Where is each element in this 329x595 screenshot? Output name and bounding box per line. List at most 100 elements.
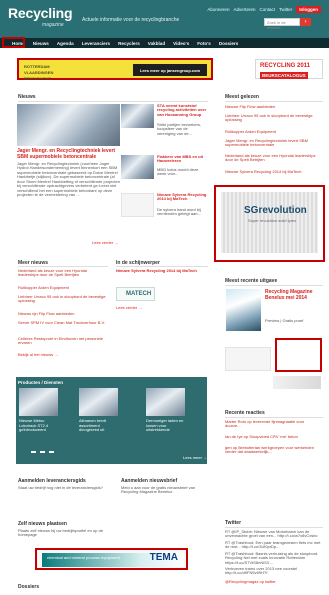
banner-cta[interactable]: Lees meer op jansengroup.com [133, 64, 207, 76]
news-thumb-2[interactable] [121, 155, 154, 179]
recente-reactie-2[interactable]: Ian de Iye op Sloopvloed CRV 'me' beton [225, 434, 320, 439]
zelf-nieuws-text: Plaats zelf nieuws bij uw bedrijfsprofie… [18, 528, 103, 538]
news-small-1-text: Strikt partijen bezoekers, koopsfeer van… [157, 122, 202, 136]
home-highlight [2, 37, 25, 48]
news-small-1-title[interactable]: STA neemt kunststof recycling activiteit… [157, 103, 207, 117]
schijnwerper-item-title[interactable]: Nieuwe Sylvera Recycling 2014 bij MaTech [116, 268, 206, 273]
product-image-3[interactable] [146, 388, 185, 416]
tema-banner-text: chemical and mineral process equipment [47, 555, 120, 560]
meest-gelezen-title: Meest gelezen [225, 94, 259, 100]
schijnwerper-read-more[interactable]: Lees verder → [116, 305, 142, 310]
magazine-cover[interactable] [226, 289, 261, 331]
products-services-title: Producten / Diensten [18, 380, 64, 385]
news-thumb-1[interactable] [121, 104, 154, 128]
meest-recente-uitgave-title: Meest recente uitgave [225, 278, 278, 284]
nav-videos[interactable]: Video's [173, 41, 189, 46]
top-link-abonneren[interactable]: Abonneren [207, 7, 229, 12]
search-input[interactable]: Zoek in de website [264, 18, 300, 30]
news-small-3-title[interactable]: Nieuwe Sylvera Recycling 2014 bij MaTech [157, 192, 207, 202]
product-title-1[interactable]: Nieuwe Metso Lokotrack ST2.4 geïntroduce… [19, 418, 58, 433]
meest-gelezen-item-3[interactable]: Rollkopper Arden Equipment [225, 129, 320, 134]
twitter-follow-link[interactable]: @Recyclingmagaz op twitter [225, 579, 321, 584]
meest-gelezen-item-1[interactable]: Nieuwe Flip Flow aanbieden [225, 104, 320, 109]
meer-nieuws-item-6[interactable]: Cellerex Restoproet in Eindhoven net per… [18, 336, 108, 346]
aanmelden-nieuwsbrief-text: Meld u aan voor de gratis nieuwsbrief va… [121, 485, 196, 495]
recycling-ad-highlight[interactable] [275, 338, 322, 372]
news-feature-image[interactable] [17, 104, 120, 146]
sgrevolution-logo: SGrevolution [244, 205, 307, 216]
nav-fotos[interactable]: Foto's [197, 41, 211, 46]
news-feature-title[interactable]: Jager Mengr. en Recyclingtechniek levert… [17, 148, 121, 160]
product-title-2[interactable]: Allmanen bredt assortiment dinogereed ui… [79, 418, 118, 433]
carousel-dot-1[interactable] [31, 451, 36, 453]
nav-nieuws[interactable]: Nieuws [33, 41, 49, 46]
recente-reactie-1[interactable]: Marter Roto op leverende fijnmagnaatie v… [225, 419, 320, 429]
site-tagline: Actuele informatie voor de recyclingbran… [82, 17, 180, 23]
top-links: Abonneren Adverteren Contact Twitter Inl… [207, 6, 321, 13]
top-link-contact[interactable]: Contact [259, 7, 275, 12]
meest-gelezen-item-2[interactable]: Liebherr Urraco 95 ook in sloopbord de b… [225, 113, 320, 123]
site-logo[interactable]: Recycling [8, 5, 73, 21]
main-nav: Home Nieuws Agenda Leveranciers Recycler… [0, 38, 329, 48]
jansen-group-banner[interactable]: ROTTERDAM VLAARDINGEN BENINGHOVE Lees me… [17, 58, 213, 81]
page: Recycling magazine Actuele informatie vo… [0, 0, 329, 595]
twitter-title: Twitter [225, 520, 242, 526]
search-button[interactable]: › [300, 18, 311, 26]
news-divider [18, 101, 208, 102]
top-link-adverteren[interactable]: Adverteren [233, 7, 255, 12]
magazine-links[interactable]: Preview | Gratis proef [265, 318, 323, 323]
recente-reacties-title: Recente reacties [225, 410, 265, 416]
nav-recyclers[interactable]: Recyclers [118, 41, 140, 46]
news-small-2-title[interactable]: Flakkeer van MBS en uit Hauwerleren [157, 154, 207, 164]
carousel-dots [31, 451, 54, 453]
recente-reactie-3[interactable]: gen op Brebotterian werkgroepen voor wer… [225, 445, 320, 455]
fe-banner[interactable] [273, 376, 321, 389]
tweet-3[interactable]: RT @Trashfood: Basnis verhuizing als de … [225, 551, 321, 565]
nav-dossiers[interactable]: Dossiers [219, 41, 238, 46]
banner-location-rotterdam: ROTTERDAM [24, 64, 50, 69]
meer-nieuws-divider [18, 266, 108, 267]
top-link-twitter[interactable]: Twitter [279, 7, 292, 12]
meer-nieuws-item-2[interactable]: Rollkopper Arden Equipment [18, 285, 108, 290]
meest-gelezen-item-4[interactable]: Jager Mengr. en Recyclingtechniek levert… [225, 138, 320, 148]
products-more-link[interactable]: Lees meer → [183, 455, 207, 460]
news-feature-text: Jager Mengr. en Recyclingtechniek (voorh… [17, 161, 120, 198]
meest-gelezen-item-6[interactable]: Nieuwe Sylvera Recycling 2014 bij MaTech [225, 169, 320, 174]
beurscatalogus-banner[interactable]: RECYCLING 2011 BEURSCATALOGUS [255, 59, 323, 79]
nav-leveranciers[interactable]: Leveranciers [82, 41, 110, 46]
site-logo-subtitle: magazine [42, 22, 64, 28]
tweet-2[interactable]: RT @Trashfood: Een paar teamgezesien fie… [225, 540, 321, 550]
login-button[interactable]: Inloggen [296, 6, 321, 13]
banner-location-vlaardingen: VLAARDINGEN [24, 70, 54, 75]
aanmelden-leveranciersgids-text: Staat uw bedrijf nog niet in de leveranc… [18, 485, 103, 490]
zelf-nieuws-title: Zelf nieuws plaatsen [18, 521, 67, 527]
product-image-2[interactable] [79, 388, 118, 416]
beurs-subtitle: BEURSCATALOGUS [260, 72, 308, 79]
nav-agenda[interactable]: Agenda [57, 41, 74, 46]
site-header: Recycling magazine Actuele informatie vo… [0, 0, 329, 38]
dossiers-title: Dossiers [18, 584, 40, 590]
magazine-title[interactable]: Recycling Magazine Benelux mei 2014 [265, 289, 323, 301]
carousel-dot-2[interactable] [40, 451, 45, 453]
meer-nieuws-item-1[interactable]: Nederland als keuze voor een Hyundai lea… [18, 268, 108, 278]
meer-nieuws-item-3[interactable]: Liebherr Urraco 95 ook in sloopbord de b… [18, 294, 108, 304]
meest-gelezen-divider [225, 101, 323, 102]
product-title-3[interactable]: Dermoelger laden en lossen voor uitstrek… [146, 418, 185, 433]
recycling-2011-small-banner[interactable] [225, 347, 271, 371]
meest-gelezen-item-5[interactable]: Nederland als keuze voor een Hyundai lea… [225, 153, 320, 163]
meer-nieuws-more-link[interactable]: Bekijk al het nieuws → [18, 352, 58, 357]
matech-logo-box[interactable]: MATECH [116, 287, 155, 301]
meest-recente-uitgave-divider [225, 285, 323, 286]
tweet-1[interactable]: RT @IP_Stubb: Nieuwe van Motorbarch kan … [225, 529, 321, 539]
tweet-4[interactable]: Verhoeven trams over 2013 nee voorstel h… [225, 566, 321, 576]
news-small-2-text: MBG kolos mocht deze week voor... [157, 167, 199, 177]
meer-nieuws-item-5[interactable]: Servie SPM IV voor Clean Mat Truckverhuu… [18, 320, 108, 325]
news-thumb-3[interactable] [121, 193, 154, 217]
carousel-dot-3[interactable] [49, 451, 54, 453]
nav-vakblad[interactable]: Vakblad [148, 41, 165, 46]
meer-nieuws-item-4[interactable]: Nieuws rijn Flip Flow aanbieden [18, 311, 108, 316]
news-feature-more-link[interactable]: Lees verder → [92, 240, 118, 245]
product-image-1[interactable] [19, 388, 58, 416]
tema-banner[interactable]: chemical and mineral process equipment T… [35, 548, 188, 570]
sgrevolution-banner[interactable]: SGrevolution Super revolution solid tyre… [214, 185, 325, 262]
